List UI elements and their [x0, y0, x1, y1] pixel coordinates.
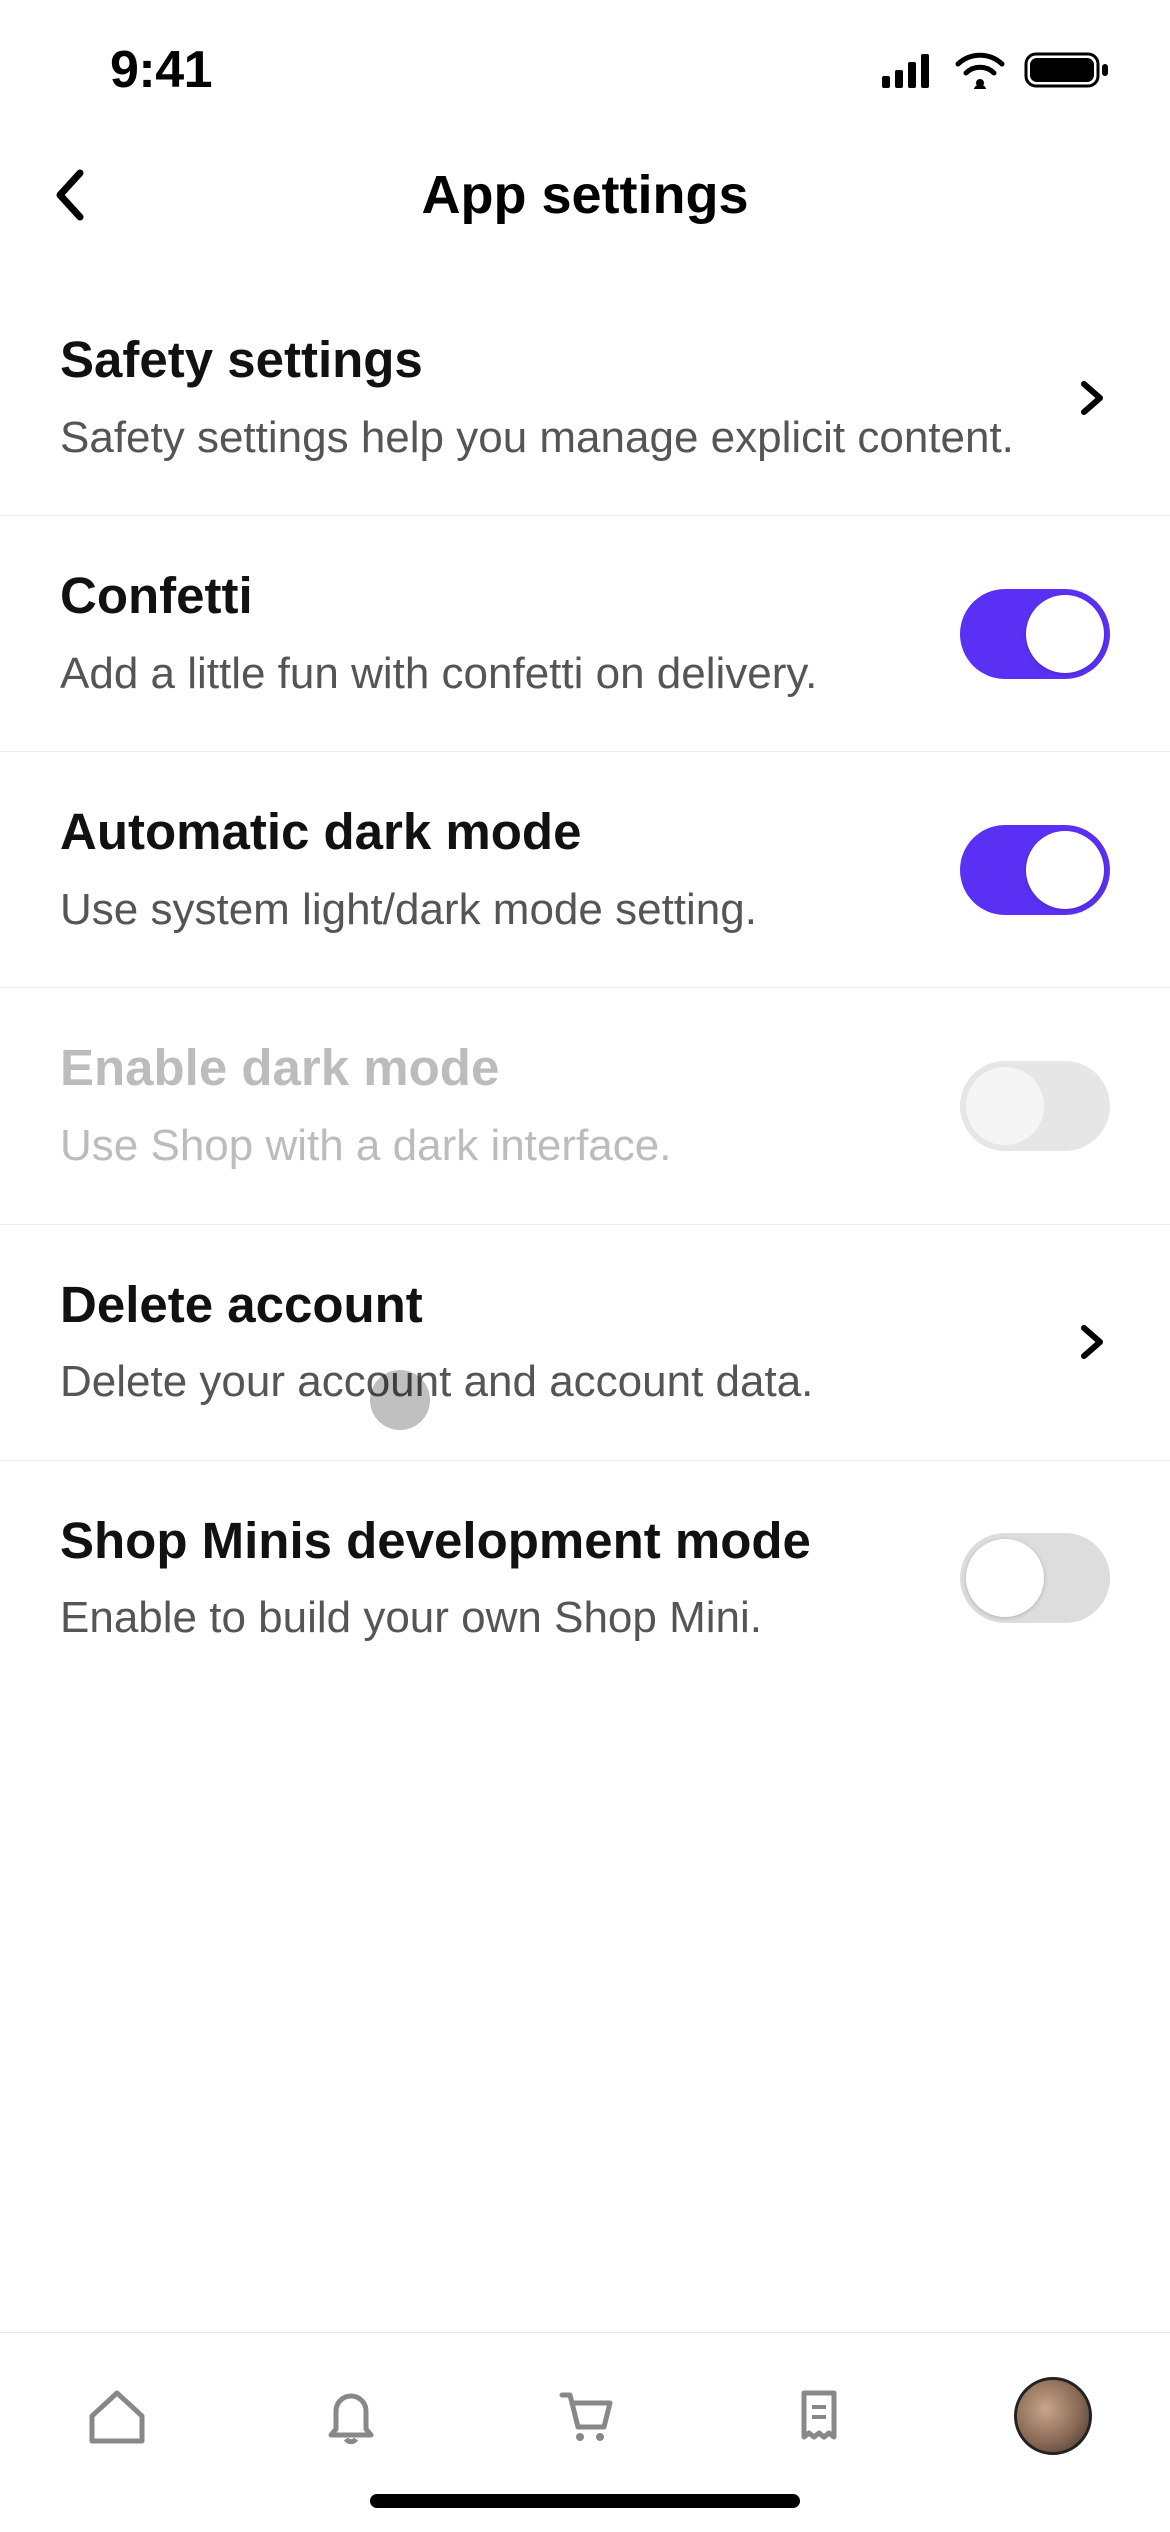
toggle-automatic-dark-mode[interactable]	[960, 825, 1110, 915]
page-title: App settings	[0, 164, 1170, 226]
status-time: 9:41	[110, 40, 212, 100]
tab-profile[interactable]	[936, 2371, 1170, 2461]
row-subtitle: Use Shop with a dark interface.	[60, 1116, 920, 1175]
tab-home[interactable]	[0, 2371, 234, 2461]
wifi-icon	[954, 51, 1006, 89]
row-title: Safety settings	[60, 328, 1034, 392]
bell-icon	[316, 2381, 386, 2451]
row-title: Shop Minis development mode	[60, 1509, 920, 1573]
row-shop-minis-dev-mode: Shop Minis development mode Enable to bu…	[0, 1461, 1170, 1696]
tab-cart[interactable]	[468, 2371, 702, 2461]
toggle-confetti[interactable]	[960, 589, 1110, 679]
row-confetti: Confetti Add a little fun with confetti …	[0, 516, 1170, 752]
chevron-left-icon	[50, 165, 90, 225]
row-title: Automatic dark mode	[60, 800, 920, 864]
battery-icon	[1024, 50, 1110, 90]
signal-icon	[882, 52, 936, 88]
row-enable-dark-mode: Enable dark mode Use Shop with a dark in…	[0, 988, 1170, 1224]
cart-icon	[550, 2381, 620, 2451]
toggle-shop-minis-dev-mode[interactable]	[960, 1533, 1110, 1623]
row-subtitle: Add a little fun with confetti on delive…	[60, 644, 920, 703]
row-subtitle: Use system light/dark mode setting.	[60, 880, 920, 939]
home-icon	[82, 2381, 152, 2451]
row-subtitle: Safety settings help you manage explicit…	[60, 408, 1034, 467]
nav-header: App settings	[0, 140, 1170, 250]
row-title: Enable dark mode	[60, 1036, 920, 1100]
row-automatic-dark-mode: Automatic dark mode Use system light/dar…	[0, 752, 1170, 988]
tab-orders[interactable]	[702, 2371, 936, 2461]
home-indicator	[370, 2494, 800, 2508]
chevron-right-icon	[1074, 1324, 1110, 1360]
avatar	[1014, 2377, 1092, 2455]
row-title: Delete account	[60, 1273, 1034, 1337]
toggle-enable-dark-mode	[960, 1061, 1110, 1151]
row-title: Confetti	[60, 564, 920, 628]
row-safety-settings[interactable]: Safety settings Safety settings help you…	[0, 280, 1170, 516]
tab-notifications[interactable]	[234, 2371, 468, 2461]
chevron-right-icon	[1074, 380, 1110, 416]
row-delete-account[interactable]: Delete account Delete your account and a…	[0, 1225, 1170, 1461]
row-subtitle: Delete your account and account data.	[60, 1352, 1034, 1411]
back-button[interactable]	[40, 165, 100, 225]
status-indicators	[882, 50, 1110, 90]
status-bar: 9:41	[0, 0, 1170, 140]
row-subtitle: Enable to build your own Shop Mini.	[60, 1588, 920, 1647]
receipt-icon	[784, 2381, 854, 2451]
settings-list: Safety settings Safety settings help you…	[0, 250, 1170, 1696]
